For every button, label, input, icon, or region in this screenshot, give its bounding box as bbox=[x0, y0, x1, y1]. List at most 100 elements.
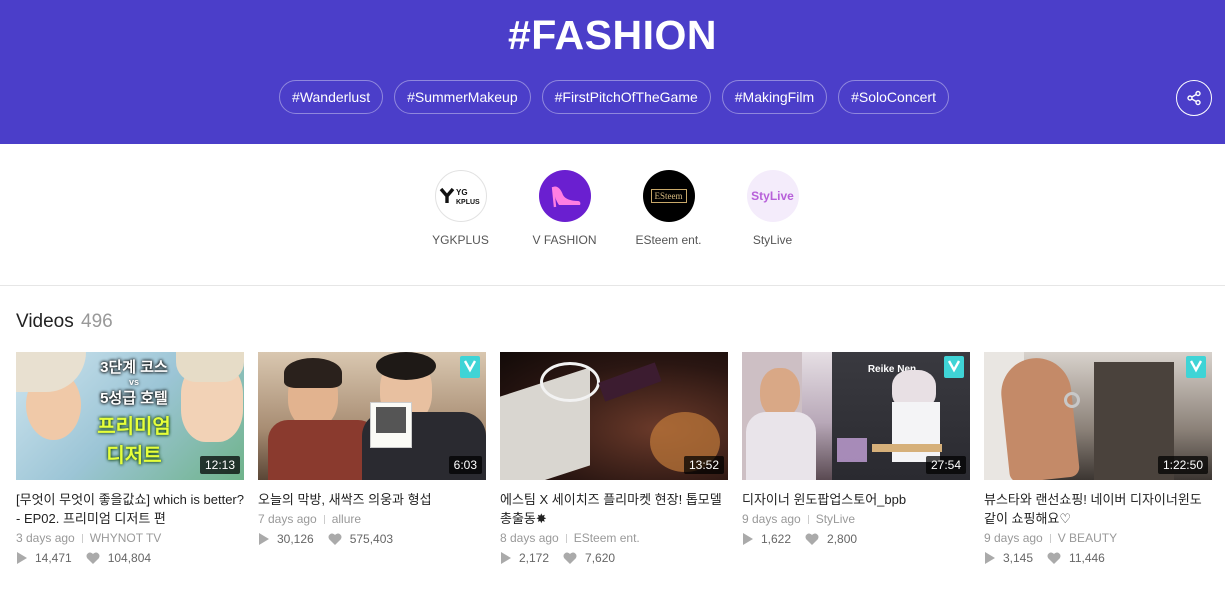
video-stats: 3,145 11,446 bbox=[984, 551, 1212, 565]
section-divider bbox=[0, 285, 1225, 286]
meta-separator bbox=[1049, 534, 1051, 544]
video-title[interactable]: [무엇이 무엇이 좋을값쇼] which is better? - EP02. … bbox=[16, 490, 244, 528]
heart-icon bbox=[1047, 552, 1061, 564]
svg-text:KPLUS: KPLUS bbox=[456, 199, 480, 206]
tag-summermakeup[interactable]: #SummerMakeup bbox=[394, 80, 531, 114]
video-meta: 9 days ago StyLive bbox=[742, 512, 970, 526]
play-icon bbox=[985, 552, 995, 564]
video-grid: 3단계 코스 vs 5성급 호텔 프리미엄 디저트 12:13 [무엇이 무엇이… bbox=[16, 352, 1212, 565]
video-duration: 1:22:50 bbox=[1157, 456, 1208, 474]
play-count: 14,471 bbox=[35, 551, 72, 565]
vlive-badge-icon bbox=[460, 356, 480, 378]
video-duration: 13:52 bbox=[683, 456, 724, 474]
page-title: #FASHION bbox=[507, 12, 718, 58]
video-channel[interactable]: ESteem ent. bbox=[574, 531, 640, 545]
thumb-caption: 프리미엄 bbox=[97, 416, 171, 438]
ygkplus-logo: YG KPLUS bbox=[434, 170, 487, 222]
video-age: 7 days ago bbox=[258, 512, 317, 526]
video-card[interactable]: 3단계 코스 vs 5성급 호텔 프리미엄 디저트 12:13 [무엇이 무엇이… bbox=[16, 352, 244, 565]
thumb-caption: 5성급 호텔 bbox=[100, 390, 168, 407]
channel-stylive[interactable]: StyLive StyLive bbox=[736, 170, 810, 247]
videos-count: 496 bbox=[81, 311, 113, 332]
share-icon bbox=[1187, 90, 1201, 106]
heart-icon bbox=[805, 533, 819, 545]
video-meta: 8 days ago ESteem ent. bbox=[500, 531, 728, 545]
vlive-badge-icon bbox=[944, 356, 964, 378]
video-title[interactable]: 디자이너 윈도팝업스토어_bpb bbox=[742, 490, 970, 509]
hashtag-header: #FASHION #Wanderlust #SummerMakeup #Firs… bbox=[0, 0, 1225, 144]
video-stats: 30,126 575,403 bbox=[258, 532, 486, 546]
video-stats: 14,471 104,804 bbox=[16, 551, 244, 565]
video-channel[interactable]: StyLive bbox=[816, 512, 855, 526]
video-card[interactable]: 13:52 에스팀 X 세이치즈 플리마켓 현장! 톱모델 총출동✸ 8 day… bbox=[500, 352, 728, 565]
esteem-logo-text: ESteem bbox=[650, 189, 687, 203]
videos-heading: Videos 496 bbox=[16, 311, 113, 333]
tag-soloconcert[interactable]: #SoloConcert bbox=[838, 80, 949, 114]
video-age: 9 days ago bbox=[742, 512, 801, 526]
video-channel[interactable]: V BEAUTY bbox=[1058, 531, 1117, 545]
play-icon bbox=[259, 533, 269, 545]
video-duration: 6:03 bbox=[448, 456, 482, 474]
video-title[interactable]: 에스팀 X 세이치즈 플리마켓 현장! 톱모델 총출동✸ bbox=[500, 490, 728, 528]
video-meta: 7 days ago allure bbox=[258, 512, 486, 526]
tag-wanderlust[interactable]: #Wanderlust bbox=[279, 80, 384, 114]
meta-separator bbox=[81, 534, 83, 544]
meta-separator bbox=[565, 534, 567, 544]
video-card[interactable]: Reike Nen 27:54 디자이너 윈도팝업스토어_bpb 9 days … bbox=[742, 352, 970, 565]
video-stats: 1,622 2,800 bbox=[742, 532, 970, 546]
play-icon bbox=[743, 533, 753, 545]
video-title[interactable]: 뷰스타와 랜선쇼핑! 네이버 디자이너윈도 같이 쇼핑해요♡ bbox=[984, 490, 1212, 528]
video-card[interactable]: 6:03 오늘의 막방, 새싹즈 의웅과 형섭 7 days ago allure… bbox=[258, 352, 486, 565]
video-meta: 9 days ago V BEAUTY bbox=[984, 531, 1212, 545]
video-thumbnail[interactable]: 6:03 bbox=[258, 352, 486, 480]
videos-label: Videos bbox=[16, 311, 74, 332]
tag-firstpitchofthegame[interactable]: #FirstPitchOfTheGame bbox=[541, 80, 711, 114]
video-thumbnail[interactable]: Reike Nen 27:54 bbox=[742, 352, 970, 480]
video-card[interactable]: 1:22:50 뷰스타와 랜선쇼핑! 네이버 디자이너윈도 같이 쇼핑해요♡ 9… bbox=[984, 352, 1212, 565]
video-thumbnail[interactable]: 13:52 bbox=[500, 352, 728, 480]
vlive-badge-icon bbox=[1186, 356, 1206, 378]
play-count: 30,126 bbox=[277, 532, 314, 546]
video-meta: 3 days ago WHYNOT TV bbox=[16, 531, 244, 545]
like-count: 104,804 bbox=[107, 551, 152, 565]
video-channel[interactable]: allure bbox=[332, 512, 361, 526]
thumb-caption: 디저트 bbox=[106, 445, 162, 467]
like-count: 575,403 bbox=[349, 532, 394, 546]
channel-v-fashion[interactable]: V FASHION bbox=[528, 170, 602, 247]
v-fashion-logo bbox=[538, 170, 591, 222]
thumb-caption: 3단계 코스 bbox=[100, 359, 168, 376]
video-age: 8 days ago bbox=[500, 531, 559, 545]
video-age: 9 days ago bbox=[984, 531, 1043, 545]
play-count: 2,172 bbox=[519, 551, 550, 565]
channel-name: StyLive bbox=[752, 233, 793, 247]
related-tags: #Wanderlust #SummerMakeup #FirstPitchOfT… bbox=[0, 80, 1225, 114]
meta-separator bbox=[807, 515, 809, 525]
channel-name: V FASHION bbox=[532, 233, 597, 247]
heart-icon bbox=[563, 552, 577, 564]
heart-icon bbox=[328, 533, 342, 545]
channel-name: YGKPLUS bbox=[432, 233, 489, 247]
channel-list: YG KPLUS YGKPLUS V FASHION ESteem ESteem… bbox=[0, 170, 1225, 247]
play-icon bbox=[501, 552, 511, 564]
like-count: 7,620 bbox=[585, 551, 616, 565]
video-age: 3 days ago bbox=[16, 531, 75, 545]
meta-separator bbox=[323, 515, 325, 525]
share-button[interactable] bbox=[1176, 80, 1212, 116]
high-heel-icon bbox=[551, 186, 580, 208]
like-count: 11,446 bbox=[1069, 551, 1105, 565]
video-title[interactable]: 오늘의 막방, 새싹즈 의웅과 형섭 bbox=[258, 490, 486, 509]
channel-ygkplus[interactable]: YG KPLUS YGKPLUS bbox=[424, 170, 498, 247]
thumb-caption: vs bbox=[128, 377, 139, 387]
tag-makingfilm[interactable]: #MakingFilm bbox=[721, 80, 828, 114]
video-thumbnail[interactable]: 1:22:50 bbox=[984, 352, 1212, 480]
play-count: 3,145 bbox=[1003, 551, 1034, 565]
play-count: 1,622 bbox=[761, 532, 792, 546]
video-channel[interactable]: WHYNOT TV bbox=[90, 531, 162, 545]
like-count: 2,800 bbox=[827, 532, 858, 546]
channel-esteem[interactable]: ESteem ESteem ent. bbox=[632, 170, 706, 247]
svg-text:YG: YG bbox=[456, 188, 468, 197]
channel-name: ESteem ent. bbox=[635, 233, 702, 247]
stylive-logo: StyLive bbox=[746, 170, 799, 222]
video-thumbnail[interactable]: 3단계 코스 vs 5성급 호텔 프리미엄 디저트 12:13 bbox=[16, 352, 244, 480]
video-duration: 27:54 bbox=[925, 456, 966, 474]
